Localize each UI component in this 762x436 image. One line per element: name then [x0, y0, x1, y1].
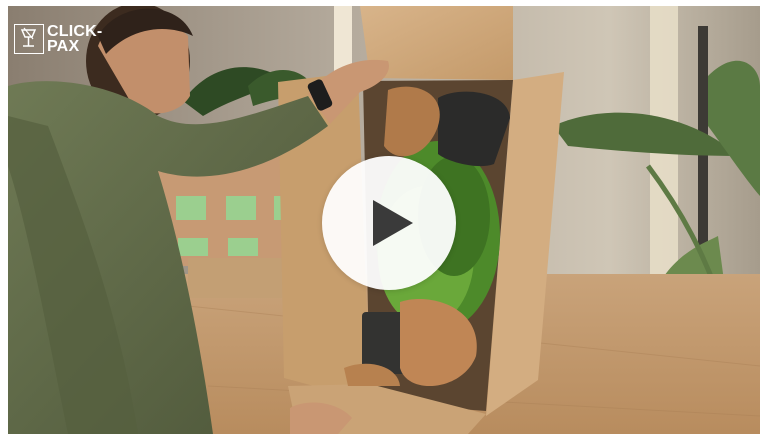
logo-text-line1: CLICK-: [47, 23, 103, 40]
video-player[interactable]: CLICK- PAX: [8, 6, 760, 434]
click-pax-logo: CLICK- PAX: [14, 23, 103, 55]
logo-mark-icon: [14, 24, 44, 54]
logo-text-line2: PAX: [47, 38, 80, 55]
play-button[interactable]: [322, 156, 456, 290]
play-icon: [373, 200, 413, 246]
